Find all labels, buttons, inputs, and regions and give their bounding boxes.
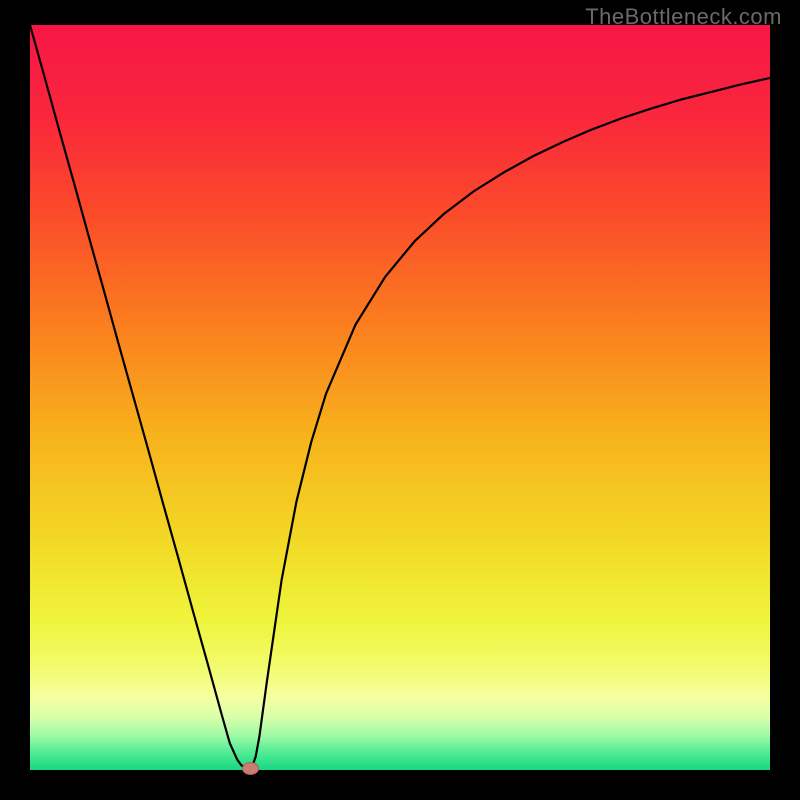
bottleneck-chart xyxy=(0,0,800,800)
watermark-text: TheBottleneck.com xyxy=(585,4,782,30)
optimal-point-marker xyxy=(243,763,259,775)
plot-background xyxy=(30,25,770,770)
